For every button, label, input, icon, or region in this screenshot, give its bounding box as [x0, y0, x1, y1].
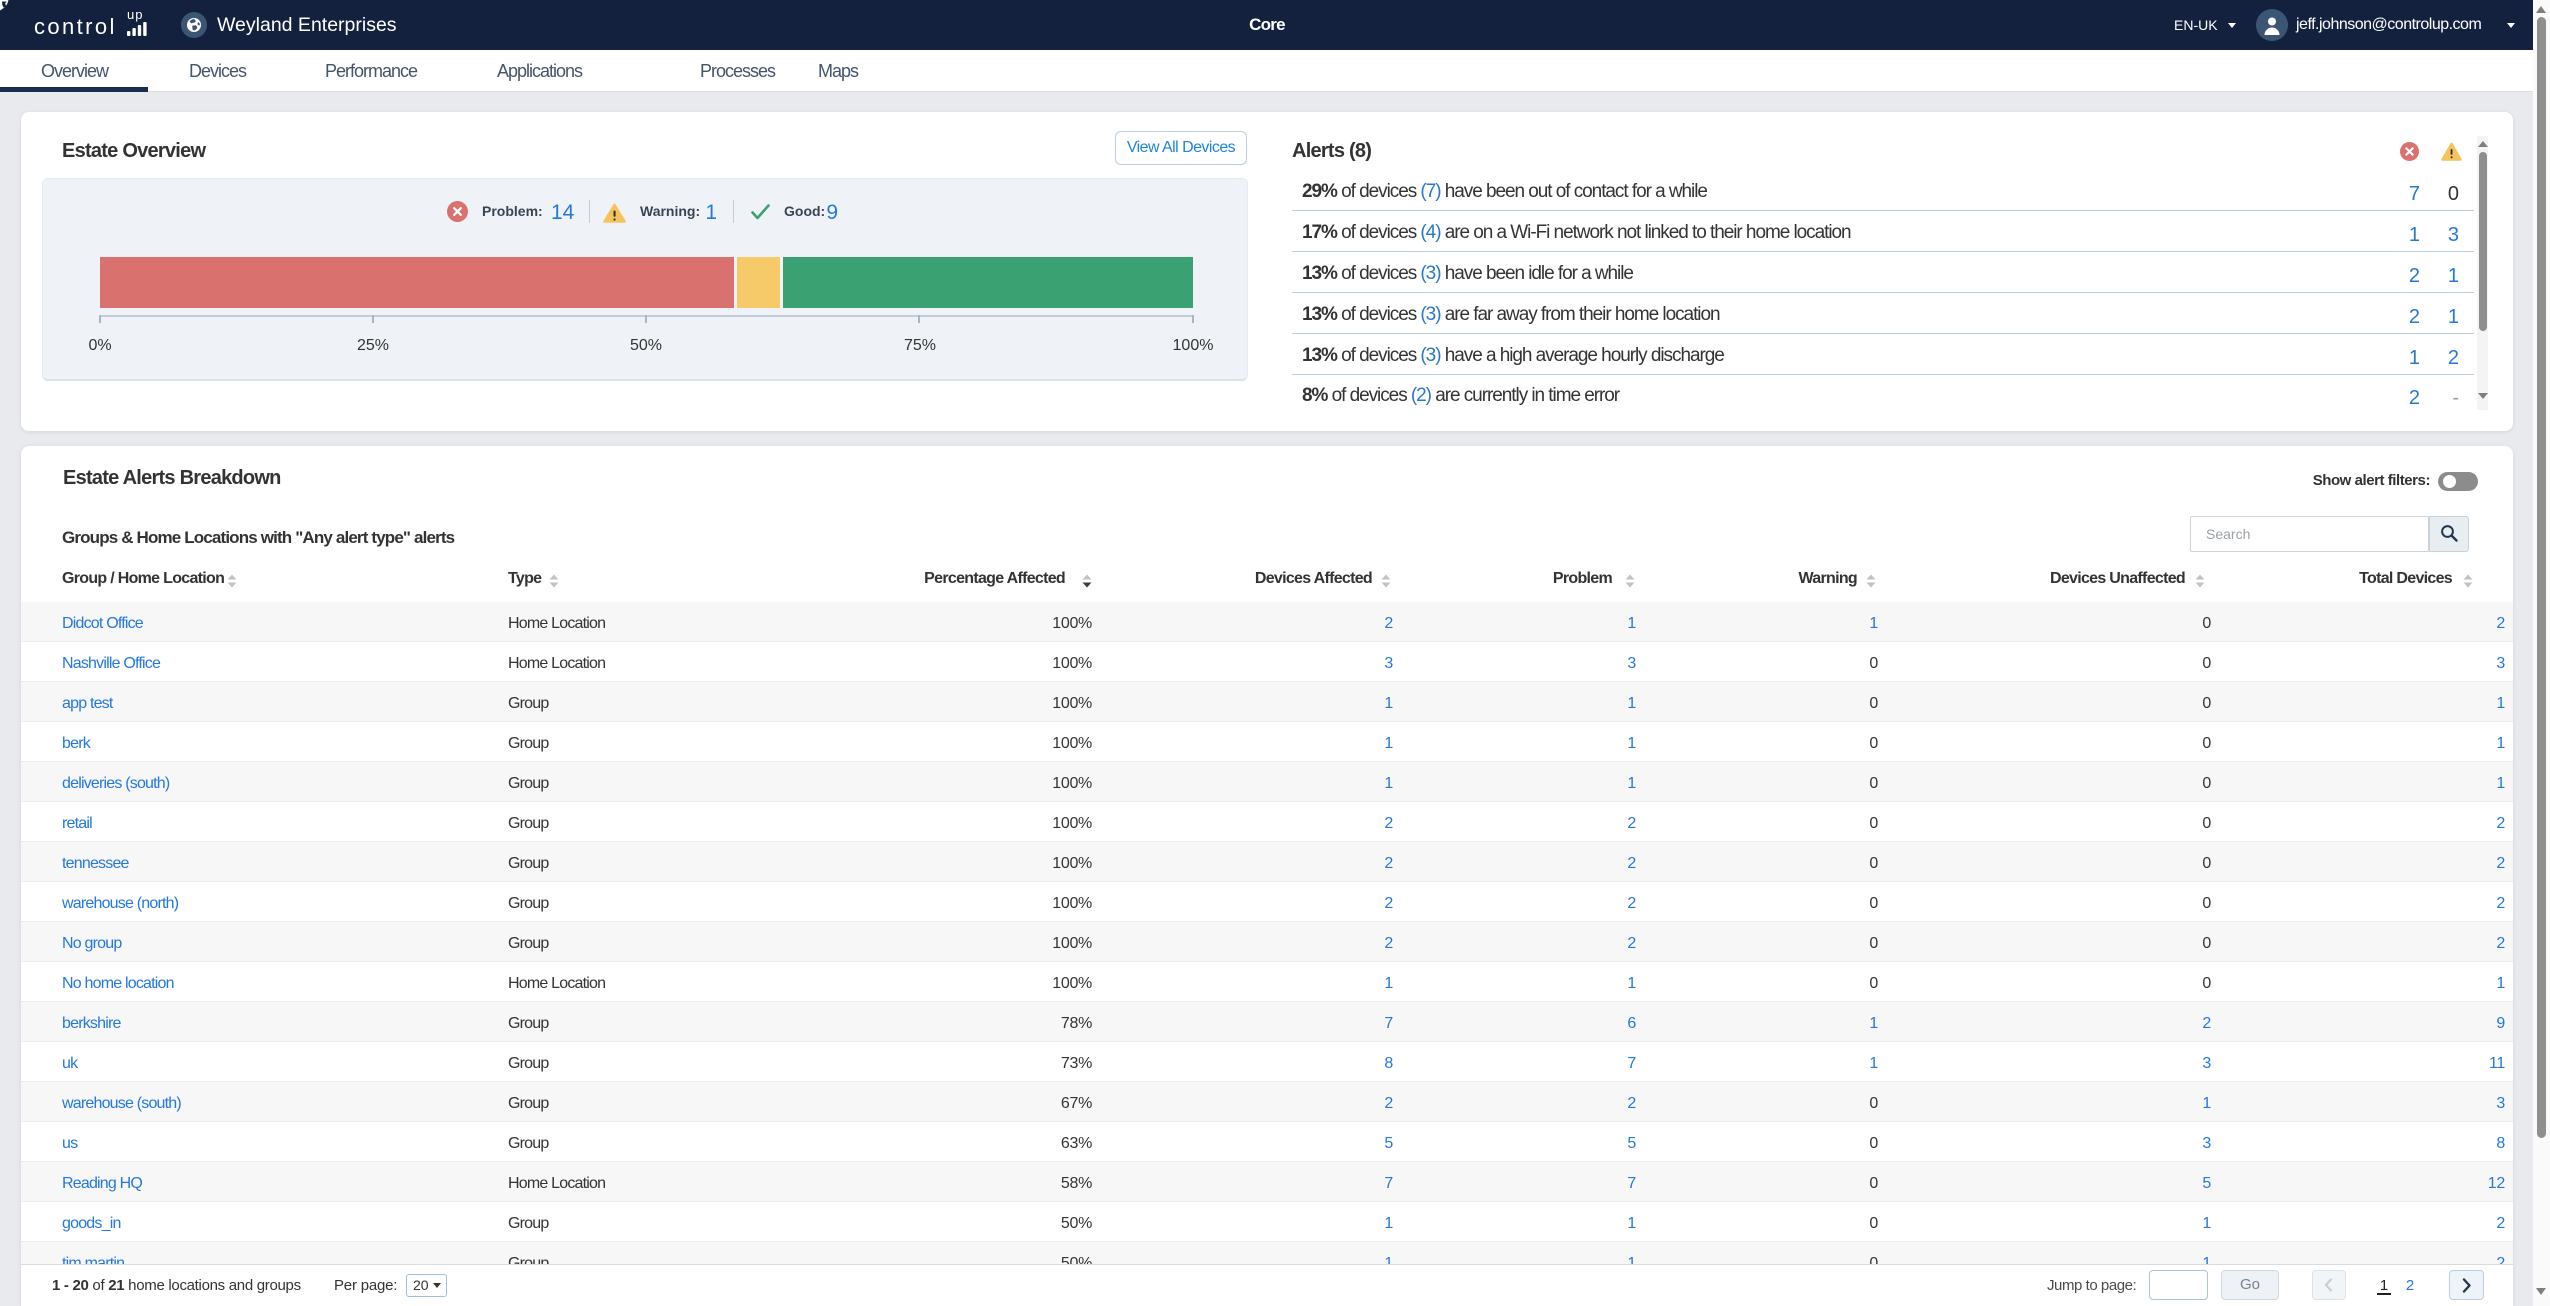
svg-text:control: control — [34, 14, 117, 39]
svg-text:up: up — [127, 7, 143, 22]
